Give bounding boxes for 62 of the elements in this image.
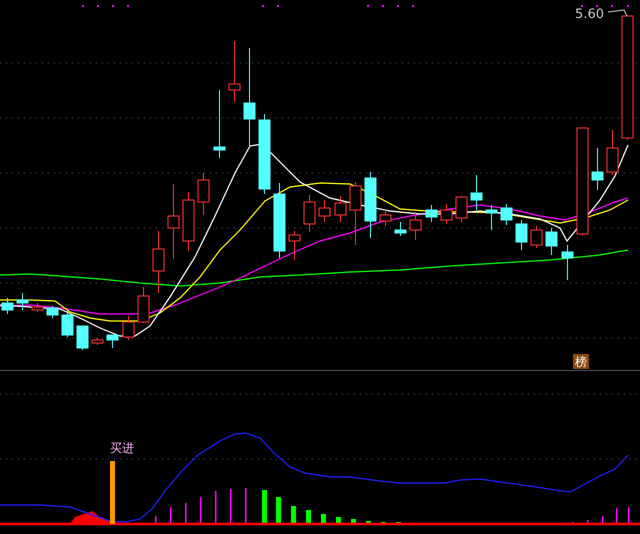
candlestick — [516, 220, 528, 250]
candlestick — [2, 298, 14, 314]
candlestick — [304, 194, 316, 232]
candlestick — [562, 244, 574, 280]
candlestick — [198, 172, 210, 216]
candlestick — [470, 174, 482, 210]
indicator-bar — [381, 522, 386, 524]
candlestick — [318, 200, 330, 222]
indicator-bar — [321, 514, 326, 524]
indicator-bar — [628, 507, 630, 524]
candlestick — [152, 230, 164, 294]
candlestick — [334, 196, 346, 222]
high-price-label: 5.60 — [575, 7, 604, 22]
candlestick — [364, 172, 376, 238]
candlestick — [214, 90, 226, 158]
leader-line — [608, 9, 628, 16]
candlestick — [440, 204, 452, 224]
candlestick — [92, 338, 104, 346]
candlestick — [546, 228, 558, 256]
candlestick — [394, 222, 406, 236]
indicator-bar — [396, 522, 401, 524]
candlestick — [456, 196, 468, 222]
candlestick — [606, 130, 618, 176]
candlestick — [486, 204, 498, 230]
indicator-bar — [200, 497, 202, 524]
candlestick — [62, 310, 74, 338]
candlestick — [228, 40, 240, 102]
candlestick — [32, 302, 44, 312]
indicator-bar — [336, 517, 341, 524]
candlestick — [182, 192, 194, 252]
candlestick — [288, 230, 300, 260]
candlestick — [138, 286, 150, 324]
candlestick — [592, 148, 604, 190]
candlestick — [380, 210, 392, 226]
indicator-bar — [185, 503, 186, 524]
indicator-bar — [155, 516, 156, 524]
indicator-bar — [602, 516, 604, 524]
buy-signal-bar — [110, 461, 115, 524]
indicator-bar — [616, 508, 618, 524]
candlestick — [426, 204, 438, 222]
indicator-bar — [262, 490, 267, 524]
indicator-bar — [306, 510, 311, 524]
indicator-bar — [245, 488, 246, 524]
rank-badge[interactable]: 榜 — [573, 354, 589, 369]
candlestick — [122, 316, 134, 340]
candlestick — [410, 212, 422, 240]
candlestick — [530, 226, 542, 248]
candlestick — [76, 326, 88, 350]
indicator-bar — [351, 519, 356, 524]
indicator-bar — [276, 497, 281, 524]
candlestick — [350, 182, 362, 246]
indicator-bar — [230, 489, 232, 524]
candlestick — [46, 306, 58, 318]
buy-signal-label: 买进 — [110, 441, 134, 455]
candlestick — [16, 292, 28, 310]
indicator-bar — [170, 507, 172, 524]
candlestick — [106, 334, 118, 348]
indicator-bar — [587, 520, 588, 524]
indicator-bar — [291, 506, 296, 524]
candlestick — [500, 204, 512, 226]
indicator-bar — [366, 521, 371, 524]
indicator-bar — [215, 491, 216, 524]
